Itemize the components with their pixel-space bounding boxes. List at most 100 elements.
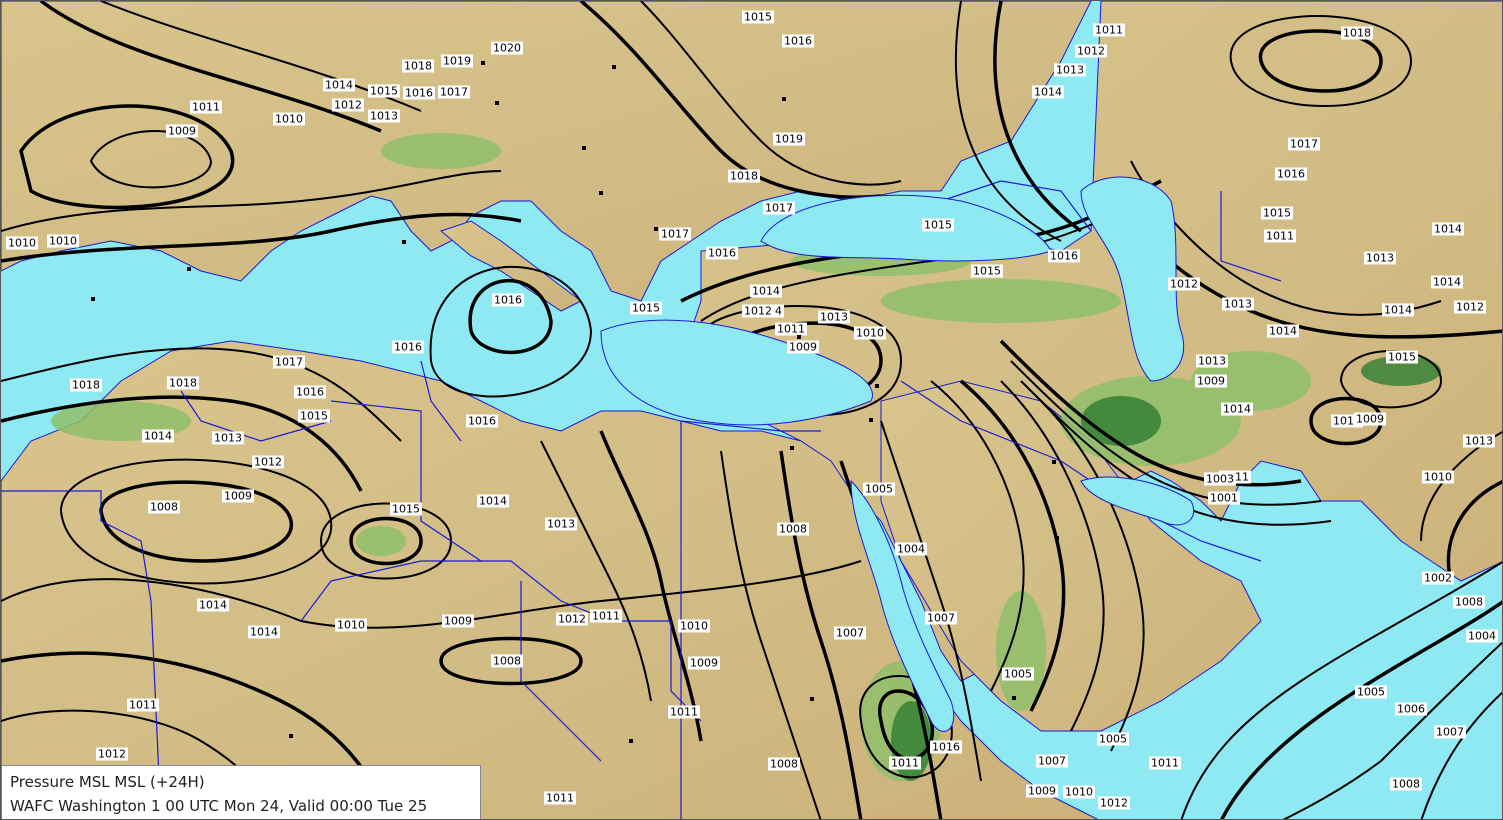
isobar-label: 1011 xyxy=(127,698,159,712)
isobar-label: 1011 xyxy=(590,609,622,623)
isobar-label: 1008 xyxy=(1390,777,1422,791)
isobar-label: 1018 xyxy=(1341,26,1373,40)
isobar-label: 1016 xyxy=(403,86,435,100)
isobar-label: 1013 xyxy=(1364,251,1396,265)
isobar-label: 1016 xyxy=(1275,167,1307,181)
isobar-label: 1017 xyxy=(1288,137,1320,151)
isobar-label: 1015 xyxy=(630,301,662,315)
isobar-label: 1013 xyxy=(1196,354,1228,368)
city-marker xyxy=(782,97,786,101)
city-marker xyxy=(495,101,499,105)
isobar-label: 1010 xyxy=(1063,785,1095,799)
city-marker xyxy=(187,267,191,271)
city-marker xyxy=(629,739,633,743)
isobar-label: 1009 xyxy=(222,489,254,503)
isobar-label: 1013 xyxy=(368,109,400,123)
city-marker xyxy=(875,384,879,388)
isobar-label: 1014 xyxy=(323,78,355,92)
city-marker xyxy=(582,146,586,150)
isobar-label: 1020 xyxy=(491,41,523,55)
isobar-label: 1014 xyxy=(142,429,174,443)
isobar-label: 1012 xyxy=(556,612,588,626)
city-marker xyxy=(612,65,616,69)
isobar-label: 1004 xyxy=(895,542,927,556)
isobar-label: 1010 xyxy=(6,236,38,250)
isobar-label: 1013 xyxy=(545,517,577,531)
isobar-label: 1015 xyxy=(368,84,400,98)
isobar-label: 1016 xyxy=(294,385,326,399)
isobar-label: 1014 xyxy=(1382,303,1414,317)
isobar-label: 1009 xyxy=(1195,374,1227,388)
isobar-label: 1011 xyxy=(775,322,807,336)
isobar-label: 1012 xyxy=(1168,277,1200,291)
isobar-label: 1014 xyxy=(1221,402,1253,416)
isobar-label: 1018 xyxy=(728,169,760,183)
isobar-label: 1008 xyxy=(768,757,800,771)
isobar-label: 1012 xyxy=(252,455,284,469)
city-marker xyxy=(1052,460,1056,464)
isobar-label: 1015 xyxy=(922,218,954,232)
isobar-label: 1011 xyxy=(889,756,921,770)
city-marker xyxy=(289,734,293,738)
isobar-label: 1017 xyxy=(273,355,305,369)
isobar-label: 1019 xyxy=(773,132,805,146)
map-canvas xyxy=(1,1,1502,819)
isobar-label: 1005 xyxy=(1097,732,1129,746)
isobar-label: 1005 xyxy=(863,482,895,496)
isobar-label: 1002 xyxy=(1422,571,1454,585)
isobar-label: 1010 xyxy=(854,326,886,340)
isobar-label: 1014 xyxy=(1032,85,1064,99)
isobar-label: 1011 xyxy=(1149,756,1181,770)
isobar-label: 1007 xyxy=(1434,725,1466,739)
city-marker xyxy=(1055,536,1059,540)
isobar-label: 1014 xyxy=(1267,324,1299,338)
isobar-label: 1016 xyxy=(930,740,962,754)
isobar-label: 1014 xyxy=(1432,222,1464,236)
isobar-label: 1019 xyxy=(441,54,473,68)
isobar-label: 1015 xyxy=(390,502,422,516)
city-marker xyxy=(810,697,814,701)
isobar-label: 1005 xyxy=(1355,685,1387,699)
isobar-label: 1010 xyxy=(1422,470,1454,484)
isobar-label: 1007 xyxy=(925,611,957,625)
isobar-label: 1001 xyxy=(1208,491,1240,505)
isobar-label: 1017 xyxy=(659,227,691,241)
isobar-label: 1011 xyxy=(1264,229,1296,243)
isobar-label: 1011 xyxy=(1093,23,1125,37)
weather-map[interactable]: 1015 1016 1011 1012 1018 1013 1020 1019 1018 1017… xyxy=(0,0,1503,820)
isobar-label: 1013 xyxy=(1463,434,1495,448)
isobar-label: 1013 xyxy=(818,310,850,324)
isobar-label: 1016 xyxy=(492,293,524,307)
isobar-label: 1007 xyxy=(1036,754,1068,768)
city-marker xyxy=(91,297,95,301)
city-marker xyxy=(797,335,801,339)
info-box: Pressure MSL MSL (+24H) WAFC Washington … xyxy=(2,765,481,819)
isobar-label: 1012 xyxy=(96,747,128,761)
isobar-label: 1008 xyxy=(777,522,809,536)
isobar-label: 1003 xyxy=(1204,472,1236,486)
isobar-label: 1008 xyxy=(1453,595,1485,609)
isobar-label: 1018 xyxy=(402,59,434,73)
isobar-label: 1015 xyxy=(1261,206,1293,220)
isobar-label: 1014 xyxy=(1431,275,1463,289)
city-marker xyxy=(654,227,658,231)
isobar-label: 1009 xyxy=(1354,412,1386,426)
city-marker xyxy=(599,191,603,195)
city-marker xyxy=(1012,696,1016,700)
isobar-label: 1004 xyxy=(1466,629,1498,643)
isobar-label: 1017 xyxy=(438,85,470,99)
isobar-label: 1010 xyxy=(273,112,305,126)
isobar-label: 1015 xyxy=(298,409,330,423)
isobar-label: 1016 xyxy=(1048,249,1080,263)
isobar-label: 1012 xyxy=(332,98,364,112)
isobar-label: 1009 xyxy=(787,340,819,354)
isobar-label: 1011 xyxy=(668,705,700,719)
isobar-label: 1018 xyxy=(70,378,102,392)
city-marker xyxy=(869,418,873,422)
isobar-label: 1010 xyxy=(47,234,79,248)
isobar-label: 1016 xyxy=(392,340,424,354)
valid-time: WAFC Washington 1 00 UTC Mon 24, Valid 0… xyxy=(10,797,428,815)
isobar-label: 1006 xyxy=(1395,702,1427,716)
isobar-label: 1010 xyxy=(678,619,710,633)
isobar-label: 1013 xyxy=(212,431,244,445)
